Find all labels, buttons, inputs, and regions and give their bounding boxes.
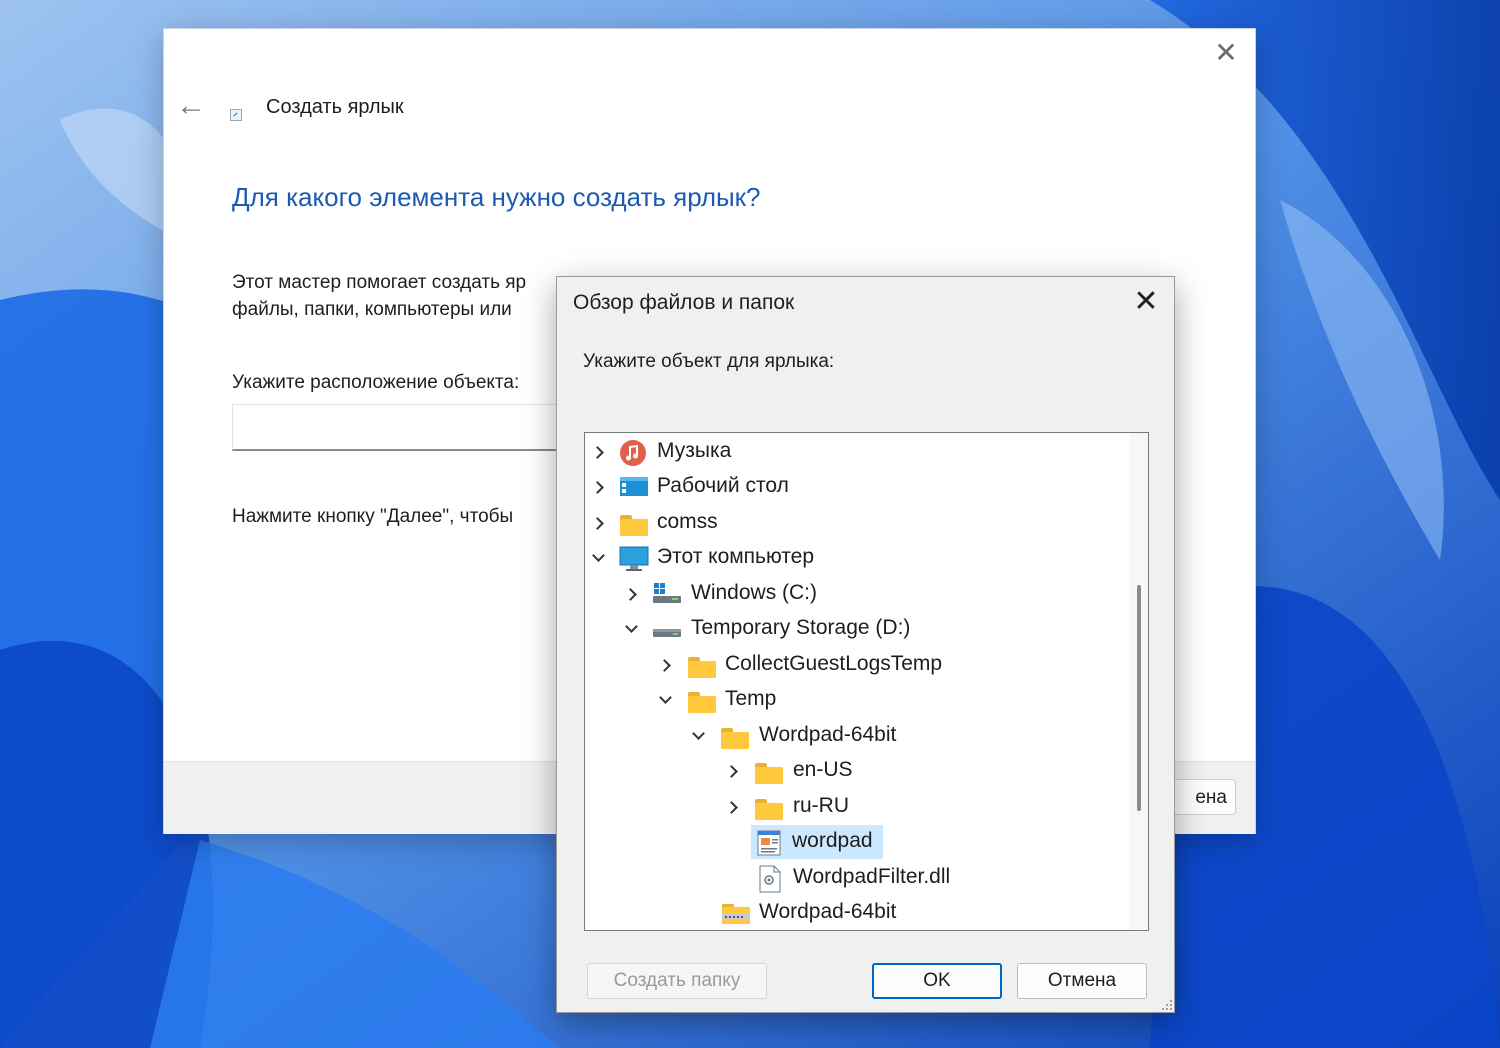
tree-item-label: Рабочий стол	[657, 474, 789, 497]
folder-icon	[721, 723, 749, 749]
next-hint-text: Нажмите кнопку "Далее", чтобы	[232, 506, 514, 527]
tree-item-label: wordpad	[792, 829, 873, 852]
desktop-icon	[619, 474, 648, 500]
folder-tree[interactable]: Музыка Рабочий стол comss Этот компьютер	[584, 432, 1149, 931]
dialog-close-button[interactable]: ✕	[1128, 285, 1164, 319]
expand-chevron-icon[interactable]	[622, 582, 640, 606]
expand-chevron-icon[interactable]	[656, 653, 674, 677]
collapse-chevron-icon[interactable]	[622, 617, 640, 641]
zip-folder-icon	[721, 900, 750, 926]
wizard-close-button[interactable]: ✕	[1211, 39, 1241, 69]
expand-chevron-icon[interactable]	[589, 475, 607, 499]
tree-item-ru-ru[interactable]: ru-RU	[585, 790, 1125, 824]
tree-item-comss[interactable]: comss	[585, 506, 1125, 540]
collapse-chevron-icon[interactable]	[656, 688, 674, 712]
tree-item-wordpadfilter-dll[interactable]: WordpadFilter.dll	[585, 861, 1125, 895]
collapse-chevron-icon[interactable]	[689, 724, 707, 748]
browse-files-dialog: Обзор файлов и папок ✕ Укажите объект дл…	[556, 276, 1175, 1013]
tree-item-label: WordpadFilter.dll	[793, 865, 951, 888]
tree-item-label: Wordpad-64bit	[759, 723, 897, 746]
wordpad-exe-icon	[755, 829, 783, 856]
tree-item-label: Этот компьютер	[657, 545, 815, 568]
scrollbar-thumb[interactable]	[1137, 585, 1141, 811]
wizard-cancel-label: ена	[1195, 787, 1227, 808]
expand-chevron-icon[interactable]	[589, 440, 607, 464]
tree-item-drive-d[interactable]: Temporary Storage (D:)	[585, 612, 1125, 646]
expand-chevron-icon[interactable]	[723, 759, 741, 783]
folder-icon	[755, 794, 783, 820]
wizard-heading: Для какого элемента нужно создать ярлык?	[232, 182, 761, 212]
computer-icon	[619, 545, 649, 571]
collapse-chevron-icon[interactable]	[589, 546, 607, 570]
folder-icon	[620, 510, 648, 536]
folder-icon	[688, 652, 716, 678]
tree-item-label: en-US	[793, 758, 853, 781]
folder-icon	[755, 758, 783, 784]
wizard-description-line2: файлы, папки, компьютеры или	[232, 299, 512, 320]
tree-item-wordpad-exe[interactable]: wordpad	[585, 825, 1125, 859]
shortcut-icon	[230, 109, 242, 121]
tree-item-desktop[interactable]: Рабочий стол	[585, 470, 1125, 504]
tree-item-label: Windows (C:)	[691, 581, 818, 604]
tree-item-wordpad-64bit-zip[interactable]: Wordpad-64bit	[585, 896, 1125, 930]
tree-item-wordpad-64bit-folder[interactable]: Wordpad-64bit	[585, 719, 1125, 753]
tree-scrollbar[interactable]	[1130, 433, 1148, 930]
wizard-title: Создать ярлык	[266, 96, 404, 118]
dll-file-icon	[757, 865, 785, 893]
tree-item-temp[interactable]: Temp	[585, 683, 1125, 717]
folder-icon	[688, 687, 716, 713]
tree-item-label: Temp	[725, 687, 777, 710]
ok-button[interactable]: OK	[872, 963, 1002, 999]
dialog-title: Обзор файлов и папок	[573, 291, 795, 314]
tree-item-label: CollectGuestLogsTemp	[725, 652, 943, 675]
wizard-description-line1: Этот мастер помогает создать яр	[232, 272, 527, 293]
resize-grip-icon[interactable]	[1160, 998, 1172, 1010]
tree-item-label: comss	[657, 510, 718, 533]
music-icon	[619, 439, 647, 466]
tree-item-en-us[interactable]: en-US	[585, 754, 1125, 788]
new-folder-button[interactable]: Создать папку	[587, 963, 767, 999]
expand-chevron-icon[interactable]	[723, 795, 741, 819]
drive-icon	[652, 616, 681, 642]
back-arrow-icon[interactable]: ←	[176, 91, 206, 121]
tree-item-drive-c[interactable]: Windows (C:)	[585, 577, 1125, 611]
tree-item-label: Музыка	[657, 439, 732, 462]
tree-item-collectguestlogstemp[interactable]: CollectGuestLogsTemp	[585, 648, 1125, 682]
location-label: Укажите расположение объекта:	[232, 372, 520, 393]
tree-item-label: Wordpad-64bit	[759, 900, 897, 923]
tree-item-label: ru-RU	[793, 794, 849, 817]
tree-item-music[interactable]: Музыка	[585, 435, 1125, 469]
tree-item-label: Temporary Storage (D:)	[691, 616, 911, 639]
windows-drive-icon	[652, 581, 681, 607]
dialog-prompt: Укажите объект для ярлыка:	[583, 351, 835, 372]
expand-chevron-icon[interactable]	[589, 511, 607, 535]
cancel-button[interactable]: Отмена	[1017, 963, 1147, 999]
tree-item-this-pc[interactable]: Этот компьютер	[585, 541, 1125, 575]
